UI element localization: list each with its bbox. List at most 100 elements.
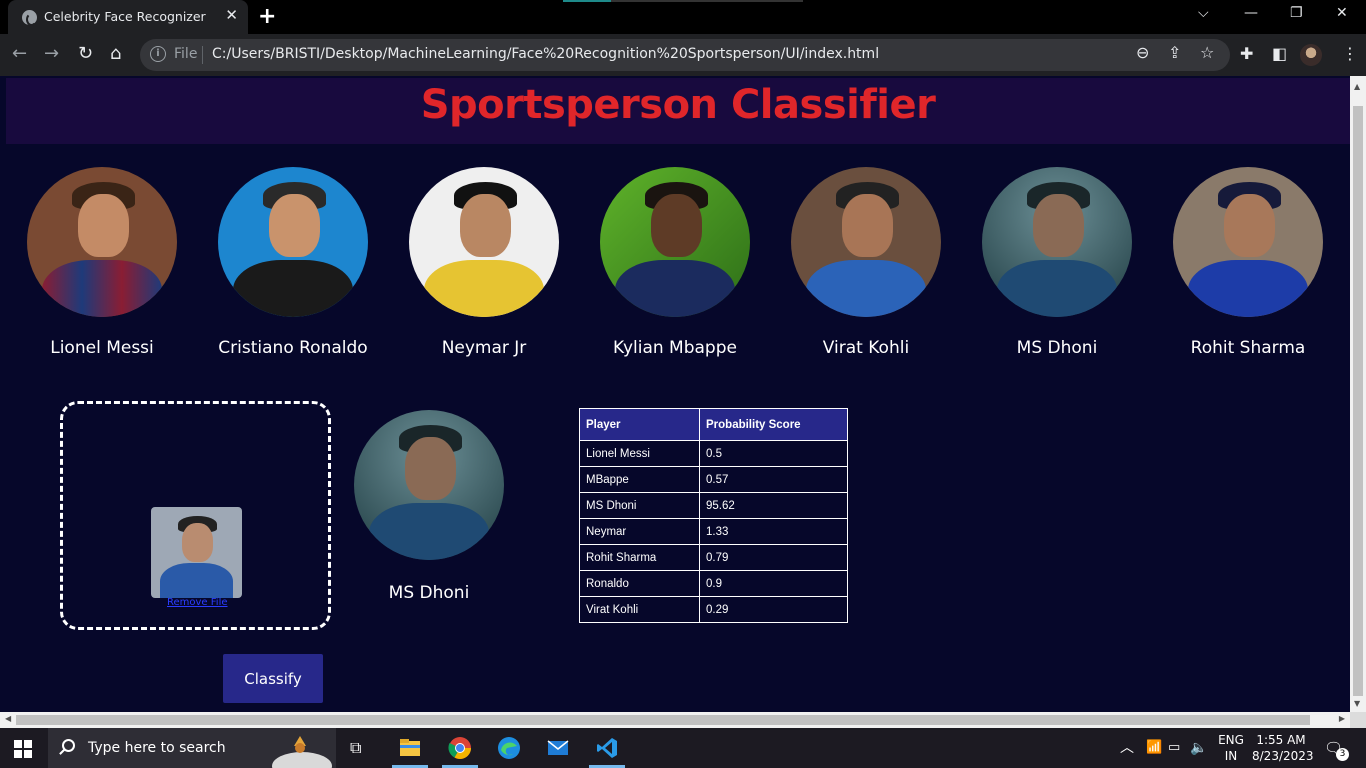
language-indicator[interactable]: ENG IN: [1216, 732, 1246, 764]
titlebar-highlight: [563, 0, 611, 2]
search-icon: [62, 739, 75, 752]
search-highlight-illustration: [272, 736, 332, 768]
edge-icon[interactable]: [497, 736, 521, 760]
player-name: Lionel Messi: [50, 338, 154, 358]
file-explorer-icon[interactable]: [398, 736, 422, 760]
column-header-player: Player: [579, 408, 700, 441]
chevron-up-icon[interactable]: ︿: [1120, 736, 1144, 760]
scroll-up-icon[interactable]: ▲: [1354, 82, 1360, 91]
vertical-scroll-thumb[interactable]: [1353, 106, 1363, 696]
browser-toolbar: ← → ↻ ⌂ i File C:/Users/BRISTI/Desktop/M…: [0, 34, 1366, 76]
cell-player: MS Dhoni: [579, 492, 700, 519]
notification-count-badge: 3: [1336, 748, 1349, 761]
back-icon[interactable]: ←: [12, 43, 27, 65]
cell-score: 0.79: [699, 544, 848, 571]
taskbar-search-box[interactable]: Type here to search: [48, 728, 336, 768]
address-separator: [202, 46, 203, 64]
restore-button[interactable]: ❐: [1290, 5, 1303, 21]
info-icon[interactable]: i: [150, 46, 166, 62]
close-window-button[interactable]: ✕: [1336, 5, 1348, 21]
player-card-messi: Lionel Messi: [7, 167, 197, 367]
scroll-down-icon[interactable]: ▼: [1354, 699, 1360, 708]
result-name: MS Dhoni: [388, 583, 470, 603]
player-card-mbappe: Kylian Mbappe: [580, 167, 770, 367]
player-photo: [1173, 167, 1323, 317]
player-photo: [218, 167, 368, 317]
cell-score: 0.5: [699, 440, 848, 467]
cell-player: Neymar: [579, 518, 700, 545]
address-bar[interactable]: i File C:/Users/BRISTI/Desktop/MachineLe…: [140, 39, 1230, 71]
scrollbar-corner: [1350, 712, 1366, 728]
column-header-score: Probability Score: [699, 408, 848, 441]
cell-score: 0.57: [699, 466, 848, 493]
close-tab-icon[interactable]: ✕: [225, 6, 238, 24]
wifi-icon[interactable]: 📶: [1146, 736, 1170, 760]
minimize-button[interactable]: —: [1244, 5, 1258, 21]
tab-title: Celebrity Face Recognizer: [44, 9, 206, 24]
battery-icon[interactable]: ▭: [1168, 736, 1192, 760]
tab-search-icon[interactable]: ⌵: [1198, 5, 1209, 21]
side-panel-icon[interactable]: ◧: [1272, 43, 1287, 65]
vertical-scrollbar[interactable]: ▲ ▼: [1350, 76, 1366, 712]
browser-tab[interactable]: Celebrity Face Recognizer ✕: [8, 0, 248, 34]
zoom-icon[interactable]: ⊖: [1136, 42, 1149, 64]
horizontal-scrollbar[interactable]: ◀ ▶: [0, 712, 1350, 728]
new-tab-button[interactable]: +: [258, 4, 276, 29]
vscode-icon[interactable]: [595, 736, 619, 760]
profile-avatar[interactable]: [1300, 44, 1322, 66]
cell-score: 95.62: [699, 492, 848, 519]
probability-table: Player Probability Score Lionel Messi 0.5…: [579, 408, 848, 623]
table-row: Rohit Sharma 0.79: [579, 544, 848, 571]
language-code: ENG: [1218, 733, 1244, 747]
windows-start-icon[interactable]: [14, 740, 32, 758]
remove-file-link[interactable]: Remove File: [167, 597, 228, 608]
player-name: Neymar Jr: [441, 338, 527, 358]
player-card-ronaldo: Cristiano Ronaldo: [198, 167, 388, 367]
mail-icon[interactable]: [546, 736, 570, 760]
table-row: Virat Kohli 0.29: [579, 596, 848, 623]
home-icon[interactable]: ⌂: [110, 43, 121, 65]
extensions-icon[interactable]: ✚: [1240, 43, 1253, 65]
task-view-icon[interactable]: ⧉: [350, 736, 374, 760]
forward-icon[interactable]: →: [44, 43, 59, 65]
cell-score: 0.9: [699, 570, 848, 597]
image-dropzone[interactable]: Remove File: [60, 401, 331, 630]
scheme-label: File: [174, 46, 198, 62]
volume-icon[interactable]: 🔈: [1190, 736, 1214, 760]
table-row: Neymar 1.33: [579, 518, 848, 545]
cell-player: Rohit Sharma: [579, 544, 700, 571]
bookmark-star-icon[interactable]: ☆: [1200, 42, 1214, 64]
player-photo: [791, 167, 941, 317]
table-header-row: Player Probability Score: [579, 408, 848, 441]
cell-score: 0.29: [699, 596, 848, 623]
scroll-left-icon[interactable]: ◀: [5, 714, 11, 723]
table-row: Ronaldo 0.9: [579, 570, 848, 597]
classify-button[interactable]: Classify: [223, 654, 323, 703]
taskbar-clock[interactable]: 1:55 AM 8/23/2023: [1252, 732, 1314, 764]
menu-kebab-icon[interactable]: ⋮: [1342, 43, 1358, 65]
share-icon[interactable]: ⇪: [1168, 42, 1181, 64]
page-title: Sportsperson Classifier: [420, 82, 936, 128]
player-photo: [409, 167, 559, 317]
page-header: Sportsperson Classifier: [6, 78, 1350, 144]
player-photo: [982, 167, 1132, 317]
horizontal-scroll-thumb[interactable]: [16, 715, 1310, 725]
windows-taskbar: Type here to search ⧉ ︿ 📶 ▭ 🔈 ENG IN 1:5…: [0, 728, 1366, 768]
chrome-icon[interactable]: [448, 736, 472, 760]
cell-player: MBappe: [579, 466, 700, 493]
url-text[interactable]: C:/Users/BRISTI/Desktop/MachineLearning/…: [212, 46, 879, 62]
clock-time: 1:55 AM: [1256, 733, 1306, 747]
cell-player: Ronaldo: [579, 570, 700, 597]
cell-player: Virat Kohli: [579, 596, 700, 623]
result-card: MS Dhoni: [334, 410, 524, 610]
uploaded-image-preview: [151, 507, 242, 598]
reload-icon[interactable]: ↻: [78, 43, 93, 65]
cell-score: 1.33: [699, 518, 848, 545]
region-code: IN: [1224, 749, 1238, 763]
player-card-kohli: Virat Kohli: [771, 167, 961, 367]
result-photo: [354, 410, 504, 560]
scroll-right-icon[interactable]: ▶: [1339, 714, 1345, 723]
player-card-neymar: Neymar Jr: [389, 167, 579, 367]
table-row: MBappe 0.57: [579, 466, 848, 493]
player-name: Kylian Mbappe: [613, 338, 737, 358]
